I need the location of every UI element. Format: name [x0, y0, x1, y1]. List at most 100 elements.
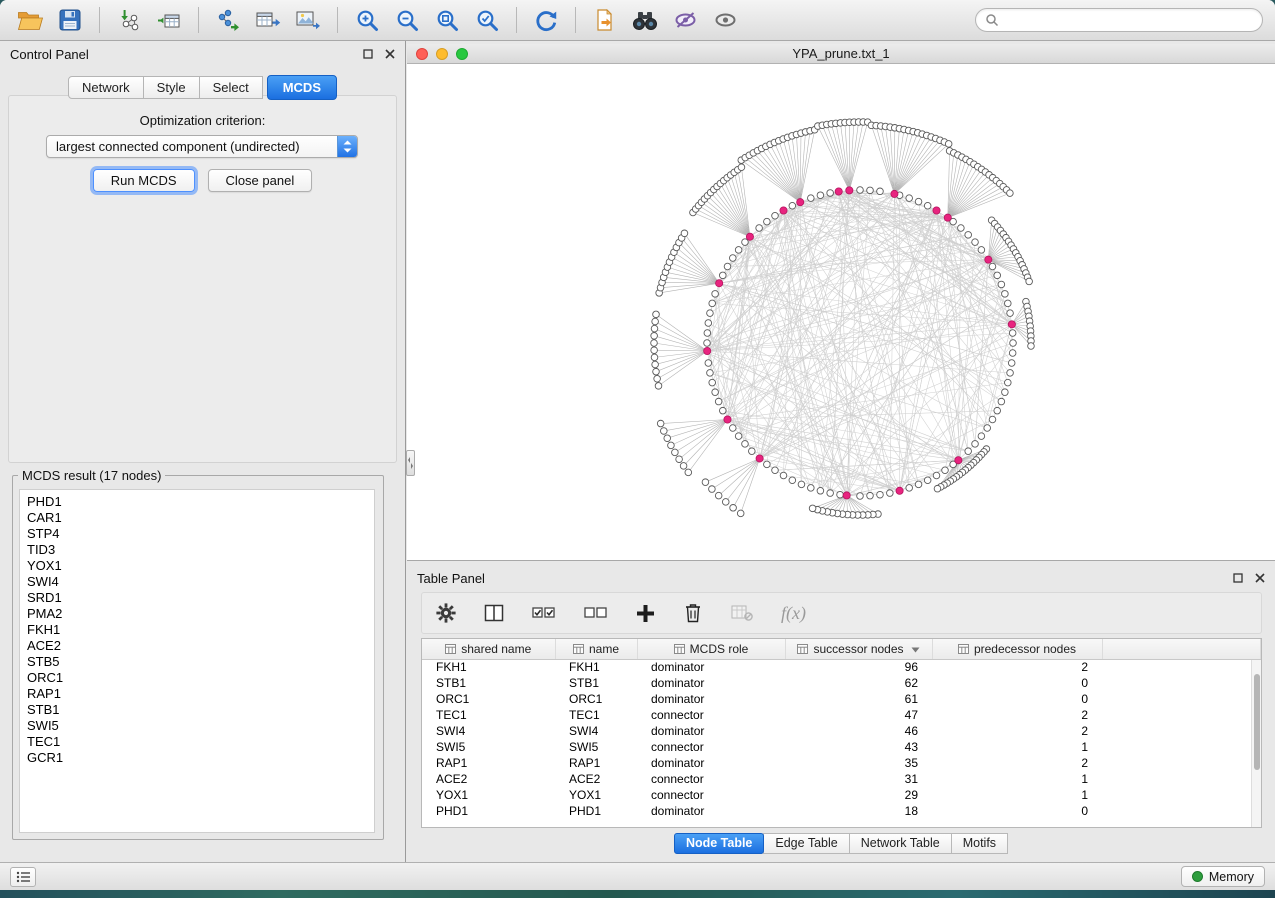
close-panel-icon[interactable]	[1255, 573, 1265, 583]
mcds-result-item[interactable]: SRD1	[27, 590, 367, 606]
satellite-node[interactable]	[680, 463, 687, 470]
mcds-hub-node[interactable]	[746, 233, 753, 240]
satellite-node[interactable]	[722, 499, 729, 506]
network-canvas[interactable]	[407, 64, 1275, 560]
tab-select[interactable]: Select	[199, 76, 263, 99]
satellite-node[interactable]	[730, 504, 737, 511]
mcds-result-item[interactable]: STB1	[27, 702, 367, 718]
ring-node[interactable]	[994, 272, 1001, 279]
ring-node[interactable]	[789, 477, 796, 484]
mcds-hub-node[interactable]	[716, 280, 723, 287]
add-row-button[interactable]	[636, 604, 655, 623]
ring-node[interactable]	[924, 202, 931, 209]
close-panel-icon[interactable]	[385, 49, 395, 59]
float-panel-icon[interactable]	[363, 49, 373, 59]
ring-node[interactable]	[877, 491, 884, 498]
satellite-node[interactable]	[685, 469, 692, 476]
ring-node[interactable]	[1002, 389, 1009, 396]
tab-mcds[interactable]: MCDS	[267, 75, 337, 100]
ring-node[interactable]	[877, 188, 884, 195]
ring-node[interactable]	[1007, 310, 1014, 317]
memory-button[interactable]: Memory	[1181, 866, 1265, 887]
mcds-result-item[interactable]: ORC1	[27, 670, 367, 686]
mcds-result-item[interactable]: PMA2	[27, 606, 367, 622]
ring-node[interactable]	[933, 472, 940, 479]
ring-node[interactable]	[704, 340, 711, 347]
zoom-in-button[interactable]	[349, 4, 385, 36]
tab-network[interactable]: Network	[68, 76, 144, 99]
satellite-node[interactable]	[651, 347, 658, 354]
table-row[interactable]: ACE2ACE2connector311	[422, 771, 1261, 787]
refresh-view-button[interactable]	[528, 4, 564, 36]
ring-node[interactable]	[709, 300, 716, 307]
satellite-node[interactable]	[702, 479, 709, 486]
mcds-hub-node[interactable]	[846, 187, 853, 194]
mcds-result-item[interactable]: ACE2	[27, 638, 367, 654]
zoom-selected-button[interactable]	[469, 4, 505, 36]
mcds-hub-node[interactable]	[780, 207, 787, 214]
ring-node[interactable]	[1008, 360, 1015, 367]
mcds-result-item[interactable]: TEC1	[27, 734, 367, 750]
ring-node[interactable]	[972, 441, 979, 448]
column-header-MCDS-role[interactable]: MCDS role	[637, 639, 785, 659]
mcds-result-item[interactable]: STB5	[27, 654, 367, 670]
export-image-button[interactable]	[290, 4, 326, 36]
search-network-button[interactable]	[627, 4, 663, 36]
ring-node[interactable]	[972, 239, 979, 246]
ring-node[interactable]	[998, 398, 1005, 405]
ring-node[interactable]	[724, 263, 731, 270]
column-header-successor-nodes[interactable]: successor nodes	[785, 639, 932, 659]
table-row[interactable]: PHD1PHD1dominator180	[422, 803, 1261, 819]
ring-node[interactable]	[965, 232, 972, 239]
export-table-button[interactable]	[250, 4, 286, 36]
select-all-rows-button[interactable]	[532, 604, 556, 622]
ring-node[interactable]	[1009, 330, 1016, 337]
ring-node[interactable]	[808, 195, 815, 202]
ring-node[interactable]	[978, 247, 985, 254]
ring-node[interactable]	[978, 433, 985, 440]
ring-node[interactable]	[989, 416, 996, 423]
satellite-node[interactable]	[664, 435, 671, 442]
ring-node[interactable]	[857, 493, 864, 500]
ring-node[interactable]	[915, 481, 922, 488]
ring-node[interactable]	[756, 225, 763, 232]
mcds-hub-node[interactable]	[944, 214, 951, 221]
ring-node[interactable]	[1010, 340, 1017, 347]
satellite-node[interactable]	[651, 333, 658, 340]
ring-node[interactable]	[798, 481, 805, 488]
table-row[interactable]: YOX1YOX1connector291	[422, 787, 1261, 803]
ring-node[interactable]	[906, 195, 913, 202]
ring-node[interactable]	[915, 198, 922, 205]
ring-node[interactable]	[867, 187, 874, 194]
panel-splitter-handle[interactable]	[406, 450, 415, 476]
table-row[interactable]: STB1STB1dominator620	[422, 675, 1261, 691]
clear-table-button[interactable]	[731, 603, 753, 623]
ring-node[interactable]	[742, 441, 749, 448]
ring-node[interactable]	[707, 370, 714, 377]
apply-function-button[interactable]: f(x)	[781, 603, 806, 624]
mcds-result-item[interactable]: GCR1	[27, 750, 367, 766]
mcds-hub-node[interactable]	[797, 199, 804, 206]
mcds-result-item[interactable]: CAR1	[27, 510, 367, 526]
mcds-hub-node[interactable]	[896, 487, 903, 494]
ring-node[interactable]	[772, 212, 779, 219]
mcds-result-item[interactable]: SWI4	[27, 574, 367, 590]
mcds-result-list[interactable]: PHD1CAR1STP4TID3YOX1SWI4SRD1PMA2FKH1ACE2…	[19, 489, 375, 833]
mcds-hub-node[interactable]	[835, 188, 842, 195]
satellite-node[interactable]	[654, 375, 661, 382]
satellite-node[interactable]	[737, 510, 744, 517]
search-input[interactable]	[1005, 13, 1253, 28]
import-network-button[interactable]	[111, 4, 147, 36]
delete-rows-button[interactable]	[683, 602, 703, 624]
ring-node[interactable]	[1002, 291, 1009, 298]
ring-node[interactable]	[984, 425, 991, 432]
ring-node[interactable]	[827, 190, 834, 197]
ring-node[interactable]	[764, 461, 771, 468]
satellite-node[interactable]	[653, 368, 660, 375]
mcds-result-item[interactable]: RAP1	[27, 686, 367, 702]
ring-node[interactable]	[715, 398, 722, 405]
table-row[interactable]: TEC1TEC1connector472	[422, 707, 1261, 723]
search-box[interactable]	[975, 8, 1263, 32]
share-document-button[interactable]	[587, 4, 623, 36]
satellite-node[interactable]	[934, 485, 941, 492]
